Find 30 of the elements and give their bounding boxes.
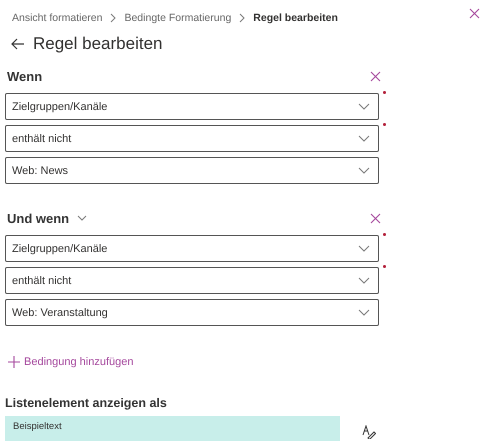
chevron-icon [110, 12, 116, 22]
preview-box: Beispieltext [5, 416, 340, 441]
condition-heading: Wenn [7, 68, 42, 84]
chevron-down-icon [358, 309, 370, 316]
plus-icon [8, 356, 20, 368]
panel-title: Regel bearbeiten [33, 34, 162, 54]
dropdown[interactable]: enthält nicht [5, 125, 379, 152]
chevron-icon [239, 12, 246, 22]
dropdown[interactable]: Web: News [5, 157, 379, 184]
remove-icon[interactable] [370, 70, 381, 82]
chevron-down-icon [358, 135, 370, 142]
chevron-down-icon [358, 245, 370, 252]
dropdown[interactable]: Zielgruppen/Kanäle [5, 235, 379, 262]
breadcrumb-link[interactable]: Ansicht formatieren [12, 12, 102, 24]
chevron-down-icon [358, 277, 370, 284]
condition-heading: Und wenn [7, 210, 70, 226]
edit-style-icon[interactable] [362, 425, 376, 439]
dropdown[interactable]: enthält nicht [5, 267, 379, 294]
close-icon[interactable] [469, 8, 480, 19]
chevron-down-icon [358, 167, 370, 174]
section-heading: Listenelement anzeigen als [5, 396, 168, 410]
chevron-down-icon [358, 103, 370, 110]
back-arrow-icon[interactable] [11, 38, 25, 50]
breadcrumb-link[interactable]: Regel bearbeiten [253, 12, 338, 24]
caret-icon[interactable] [77, 215, 88, 221]
dropdown[interactable]: Web: Veranstaltung [5, 299, 379, 326]
remove-icon[interactable] [370, 212, 381, 224]
breadcrumb-link[interactable]: Bedingte Formatierung [124, 12, 232, 24]
add-condition-button[interactable]: Bedingung hinzufügen [5, 356, 136, 368]
dropdown[interactable]: Zielgruppen/Kanäle [5, 93, 379, 120]
